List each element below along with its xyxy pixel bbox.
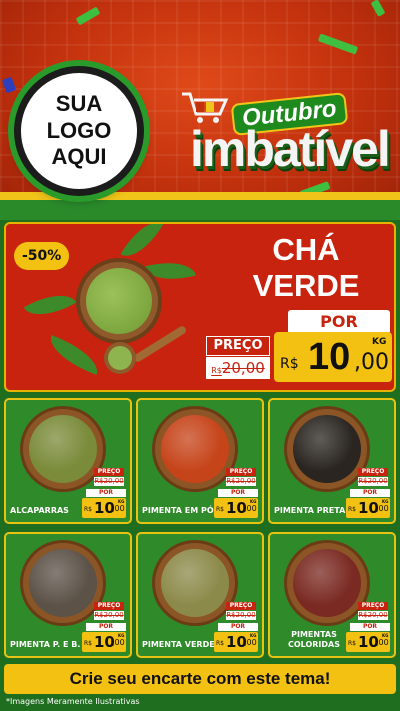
price-unit: KG xyxy=(250,499,257,504)
product-card[interactable]: PIMENTA PRETA PREÇO R$20,00 POR R$ 10 ,0… xyxy=(268,398,396,524)
price-unit: KG xyxy=(372,337,387,347)
store-logo-placeholder[interactable]: SUA LOGO AQUI xyxy=(14,66,144,196)
price-tag: PREÇO R$20,00 POR R$ 10 ,00 KG xyxy=(82,602,126,652)
price-tag: PREÇO R$20,00 POR R$ 10 ,00 KG xyxy=(214,602,258,652)
product-name: PIMENTA VERDE xyxy=(142,640,215,649)
logo-line-1: SUA xyxy=(55,91,103,117)
new-price-cents: ,00 xyxy=(354,350,389,375)
por-label: POR xyxy=(350,489,390,497)
logo-line-2: LOGO xyxy=(46,117,112,143)
product-name: PIMENTA EM PÓ xyxy=(142,506,214,515)
old-price: R$20,00 xyxy=(206,357,270,379)
product-card[interactable]: ALCAPARRAS PREÇO R$20,00 POR R$ 10 ,00 K… xyxy=(4,398,132,524)
new-price-cents: ,00 xyxy=(244,638,257,647)
preco-label: PREÇO xyxy=(226,468,256,476)
green-tea-bowl xyxy=(76,258,162,344)
preco-label: PREÇO xyxy=(206,336,270,356)
product-card[interactable]: PIMENTAS COLORIDAS PREÇO R$20,00 POR R$ … xyxy=(268,532,396,658)
old-price: R$20,00 xyxy=(358,611,388,620)
new-price-currency: R$ xyxy=(348,640,356,647)
cta-banner[interactable]: Crie seu encarte com este tema! xyxy=(4,664,396,694)
new-price: R$ 10 ,00 KG xyxy=(214,498,258,518)
product-card[interactable]: PIMENTA VERDE PREÇO R$20,00 POR R$ 10 ,0… xyxy=(136,532,264,658)
campaign-title: Outubro imbatível xyxy=(180,90,391,190)
old-price: R$20,00 xyxy=(226,477,256,486)
preco-label: PREÇO xyxy=(94,468,124,476)
new-price-cents: ,00 xyxy=(376,504,389,513)
featured-name-line-2: VERDE xyxy=(252,268,360,303)
product-name: PIMENTA P. E B. xyxy=(10,640,81,649)
tea-leaf-1 xyxy=(23,283,77,327)
new-price-currency: R$ xyxy=(216,640,224,647)
title-main: imbatível xyxy=(190,121,391,177)
new-price: R$ 10 ,00 KG xyxy=(214,632,258,652)
product-card[interactable]: PIMENTA P. E B. PREÇO R$20,00 POR R$ 10 … xyxy=(4,532,132,658)
new-price-cents: ,00 xyxy=(112,638,125,647)
logo-line-3: AQUI xyxy=(51,144,107,170)
new-price: R$ 10 ,00 KG xyxy=(346,632,390,652)
price-tag: PREÇO R$20,00 POR R$ 10 ,00 KG xyxy=(346,468,390,518)
featured-name-line-1: CHÁ xyxy=(272,232,340,267)
header-green-stripe xyxy=(0,200,400,220)
preco-label: PREÇO xyxy=(358,602,388,610)
new-price-cents: ,00 xyxy=(376,638,389,647)
new-price-currency: R$ xyxy=(84,640,92,647)
preco-label: PREÇO xyxy=(94,602,124,610)
old-price: R$20,00 xyxy=(94,477,124,486)
new-price-cents: ,00 xyxy=(112,504,125,513)
discount-badge: -50% xyxy=(14,242,70,270)
new-price: R$ 10 ,00 KG xyxy=(82,632,126,652)
product-name: PIMENTA PRETA xyxy=(274,506,346,515)
old-price-value: 20,00 xyxy=(221,359,265,377)
product-grid: ALCAPARRAS PREÇO R$20,00 POR R$ 10 ,00 K… xyxy=(4,398,396,660)
old-price: R$20,00 xyxy=(94,611,124,620)
new-price: R$ 10 ,00 KG xyxy=(346,498,390,518)
por-label: POR xyxy=(288,310,390,334)
product-name: ALCAPARRAS xyxy=(10,506,69,515)
new-price-currency: R$ xyxy=(348,506,356,513)
new-price: R$ 10 ,00 KG xyxy=(274,332,392,382)
preco-label: PREÇO xyxy=(226,602,256,610)
preco-label: PREÇO xyxy=(358,468,388,476)
new-price-integer: 10 xyxy=(308,336,351,378)
new-price-currency: R$ xyxy=(84,506,92,513)
old-price-currency: R$ xyxy=(211,366,222,375)
new-price-currency: R$ xyxy=(216,506,224,513)
price-unit: KG xyxy=(118,633,125,638)
price-unit: KG xyxy=(118,499,125,504)
disclaimer-text: *Imagens Meramente Ilustrativas xyxy=(6,697,140,706)
featured-name: CHÁ VERDE xyxy=(236,232,376,304)
price-tag: PREÇO R$20,00 POR R$ 10 ,00 KG xyxy=(346,602,390,652)
old-price: R$20,00 xyxy=(226,611,256,620)
price-unit: KG xyxy=(250,633,257,638)
tea-leaf-2 xyxy=(43,335,105,375)
price-tag: PREÇO R$20,00 POR R$ 10 ,00 KG xyxy=(214,468,258,518)
por-label: POR xyxy=(350,623,390,631)
price-unit: KG xyxy=(382,633,389,638)
new-price-cents: ,00 xyxy=(244,504,257,513)
product-card[interactable]: PIMENTA EM PÓ PREÇO R$20,00 POR R$ 10 ,0… xyxy=(136,398,264,524)
price-unit: KG xyxy=(382,499,389,504)
por-label: POR xyxy=(218,623,258,631)
new-price: R$ 10 ,00 KG xyxy=(82,498,126,518)
tea-spoon xyxy=(104,342,136,374)
por-label: POR xyxy=(86,489,126,497)
featured-product[interactable]: -50% CHÁ VERDE POR PREÇO R$20,00 R$ 10 ,… xyxy=(4,222,396,392)
cta-text: Crie seu encarte com este tema! xyxy=(69,669,331,688)
price-tag: PREÇO R$20,00 POR R$ 10 ,00 KG xyxy=(82,468,126,518)
new-price-currency: R$ xyxy=(280,356,299,372)
product-name: PIMENTAS COLORIDAS xyxy=(287,630,340,649)
old-price: R$20,00 xyxy=(358,477,388,486)
por-label: POR xyxy=(218,489,258,497)
por-label: POR xyxy=(86,623,126,631)
